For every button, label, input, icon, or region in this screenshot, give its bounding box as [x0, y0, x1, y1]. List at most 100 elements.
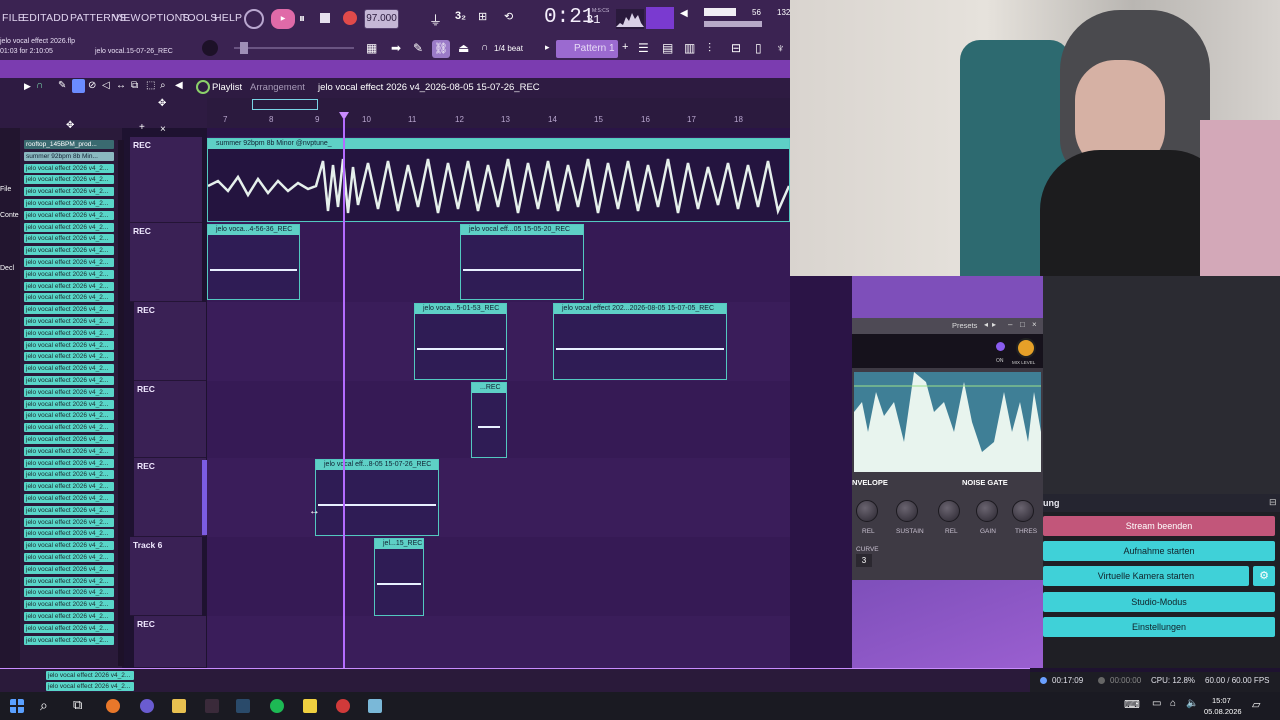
channel-item[interactable]: jelo vocal effect 2026 v4_2... [24, 187, 114, 197]
paint-tool-icon[interactable] [72, 79, 85, 93]
presets-label[interactable]: Presets [952, 321, 977, 330]
link-icon[interactable]: ⛓ [432, 40, 450, 58]
channel-item[interactable]: jelo vocal effect 2026 v4_2... [24, 541, 114, 551]
channel-item[interactable]: jelo vocal effect 2026 v4_2... [24, 352, 114, 362]
channel-item[interactable]: jelo vocal effect 2026 v4_2... [24, 387, 114, 397]
release-knob[interactable] [856, 500, 878, 522]
channel-item[interactable]: jelo vocal effect 2026 v4_2... [24, 553, 114, 562]
gain-knob[interactable] [976, 500, 998, 522]
tempo-display[interactable]: 97.000 [364, 9, 399, 29]
clock-date[interactable]: 05.08.2026 [1204, 707, 1242, 716]
track-header-3[interactable]: REC [134, 302, 206, 381]
virtual-camera-settings-icon[interactable]: ⚙ [1253, 566, 1275, 586]
master-volume-knob[interactable] [202, 40, 218, 56]
channel-item[interactable]: jelo vocal effect 2026 v4_2... [24, 458, 114, 468]
draw-tool-icon[interactable]: ✎ [58, 80, 66, 91]
slider-handle[interactable] [240, 42, 248, 54]
track-header-1[interactable]: REC [130, 137, 202, 223]
preset-next-icon[interactable]: ▸ [992, 320, 996, 329]
piano-roll-icon[interactable]: ▦ [366, 41, 377, 55]
notification-icon[interactable]: ▱ [1252, 698, 1260, 711]
channel-item[interactable]: jelo vocal effect 2026 v4_2... [24, 470, 114, 480]
steam-app-icon[interactable] [236, 699, 250, 713]
bottom-channel[interactable]: jelo vocal effect 2026 v4_2... [46, 671, 134, 680]
sustain-knob[interactable] [896, 500, 918, 522]
lane-5[interactable] [207, 458, 790, 537]
settings-button[interactable]: Einstellungen [1043, 617, 1275, 637]
channel-item[interactable]: jelo vocal effect 2026 v4_2... [24, 210, 114, 220]
audio-clip-summer[interactable]: summer 92bpm 8b Minor @nvptune_ [207, 138, 790, 222]
channel-item[interactable]: jelo vocal effect 2026 v4_2... [24, 328, 114, 338]
snap-select[interactable]: 1/4 beat [494, 44, 523, 53]
channel-item[interactable]: jelo vocal effect 2026 v4_2... [24, 600, 114, 610]
explorer-app-icon[interactable] [172, 699, 186, 713]
audio-clip-7[interactable]: jel...15_REC [374, 538, 424, 616]
arrangement-name[interactable]: jelo vocal effect 2026 v4_2026-08-05 15-… [318, 82, 540, 93]
channel-item[interactable]: jelo vocal effect 2026 v4_2... [24, 635, 114, 645]
channel-item[interactable]: jelo vocal effect 2026 v4_2... [24, 612, 114, 621]
lane-6[interactable] [207, 537, 790, 616]
channel-item[interactable]: jelo vocal effect 2026 v4_2... [24, 317, 114, 326]
channel-item[interactable]: jelo vocal effect 2026 v4_2... [24, 564, 114, 574]
chrome-app-icon[interactable] [336, 699, 350, 713]
channel-item[interactable]: jelo vocal effect 2026 v4_2... [24, 364, 114, 374]
channel-item[interactable]: jelo vocal effect 2026 v4_2... [24, 588, 114, 598]
channel-item[interactable]: jelo vocal effect 2026 v4_2... [24, 423, 114, 433]
browser-label-conte[interactable]: Conte [0, 212, 19, 219]
browser-label-decl[interactable]: Decl [0, 265, 14, 272]
add-track-icon[interactable]: + [139, 122, 145, 133]
audio-clip-1[interactable]: jelo voca...4-56-36_REC [207, 224, 300, 300]
mix-level-knob[interactable] [1016, 338, 1036, 358]
channel-item[interactable]: jelo vocal effect 2026 v4_2... [24, 281, 114, 291]
threshold-knob[interactable] [1012, 500, 1034, 522]
channel-item[interactable]: jelo vocal effect 2026 v4_2... [24, 505, 114, 515]
pattern-song-toggle-icon[interactable] [244, 9, 264, 29]
record-icon[interactable] [343, 11, 357, 25]
bottom-channel[interactable]: jelo vocal effect 2026 v4_2... [46, 682, 134, 691]
menu-add[interactable]: ADD [46, 12, 69, 24]
obs-app-icon[interactable] [140, 699, 154, 713]
channel-scrollbar[interactable] [118, 140, 124, 666]
slip-tool-icon[interactable]: ↔ [116, 80, 126, 91]
channel-item[interactable]: jelo vocal effect 2026 v4_2... [24, 399, 114, 409]
track-header-5[interactable]: REC [134, 458, 206, 537]
channel-item[interactable]: jelo vocal effect 2026 v4_2... [24, 529, 114, 539]
playlist-arrow-icon[interactable]: ▶ [24, 81, 31, 92]
power-icon[interactable] [996, 342, 1005, 351]
spotify-app-icon[interactable] [270, 699, 284, 713]
piano-roll-view-icon[interactable]: ▥ [684, 41, 695, 55]
blend-icon[interactable]: ⊞ [478, 10, 487, 23]
app-icon-blue[interactable] [368, 699, 382, 713]
overview-window[interactable] [252, 99, 318, 110]
slice-tool-icon[interactable]: ⧉ [131, 80, 138, 91]
channel-item[interactable]: jelo vocal effect 2026 v4_2... [24, 376, 114, 385]
curve-value[interactable]: 3 [856, 554, 872, 567]
channel-item[interactable]: jelo vocal effect 2026 v4_2... [24, 234, 114, 244]
app-icon-yellow[interactable] [303, 699, 317, 713]
arrow-right-icon[interactable]: ➡ [391, 41, 401, 55]
channel-item[interactable]: jelo vocal effect 2026 v4_2... [24, 517, 114, 527]
channel-item[interactable]: jelo vocal effect 2026 v4_2... [24, 623, 114, 633]
step-edit-icon[interactable]: 3₂ [455, 10, 466, 22]
undo-icon[interactable]: ◀ [680, 8, 688, 19]
mixer-icon[interactable]: ⫶ [708, 41, 711, 56]
channel-item[interactable]: jelo vocal effect 2026 v4_2... [24, 576, 114, 586]
channel-item[interactable]: jelo vocal effect 2026 v4_2... [24, 305, 114, 315]
metronome-icon[interactable]: ⏚ [429, 10, 442, 29]
search-icon[interactable]: ⌕ [40, 697, 48, 714]
file-icon[interactable]: ▯ [755, 41, 762, 55]
virtual-camera-button[interactable]: Virtuelle Kamera starten [1043, 566, 1249, 586]
loop-record-icon[interactable]: ⟲ [504, 10, 513, 23]
add-pattern-icon[interactable]: + [622, 41, 628, 53]
channel-item[interactable]: jelo vocal effect 2026 v4_2... [24, 435, 114, 444]
channel-item[interactable]: jelo vocal effect 2026 v4_2... [24, 482, 114, 492]
stamp-icon[interactable]: ⏏ [458, 41, 469, 55]
channel-item[interactable]: jelo vocal effect 2026 v4_2... [24, 258, 114, 267]
gate-display[interactable] [854, 372, 1041, 472]
track-header-7[interactable]: REC [134, 616, 206, 668]
maximize-icon[interactable]: □ [1020, 320, 1025, 329]
track-header-4[interactable]: REC [134, 381, 206, 458]
studio-mode-button[interactable]: Studio-Modus [1043, 592, 1275, 612]
dock-icon[interactable]: ⊟ [1269, 497, 1277, 508]
network-icon[interactable]: ⌂ [1170, 698, 1176, 709]
